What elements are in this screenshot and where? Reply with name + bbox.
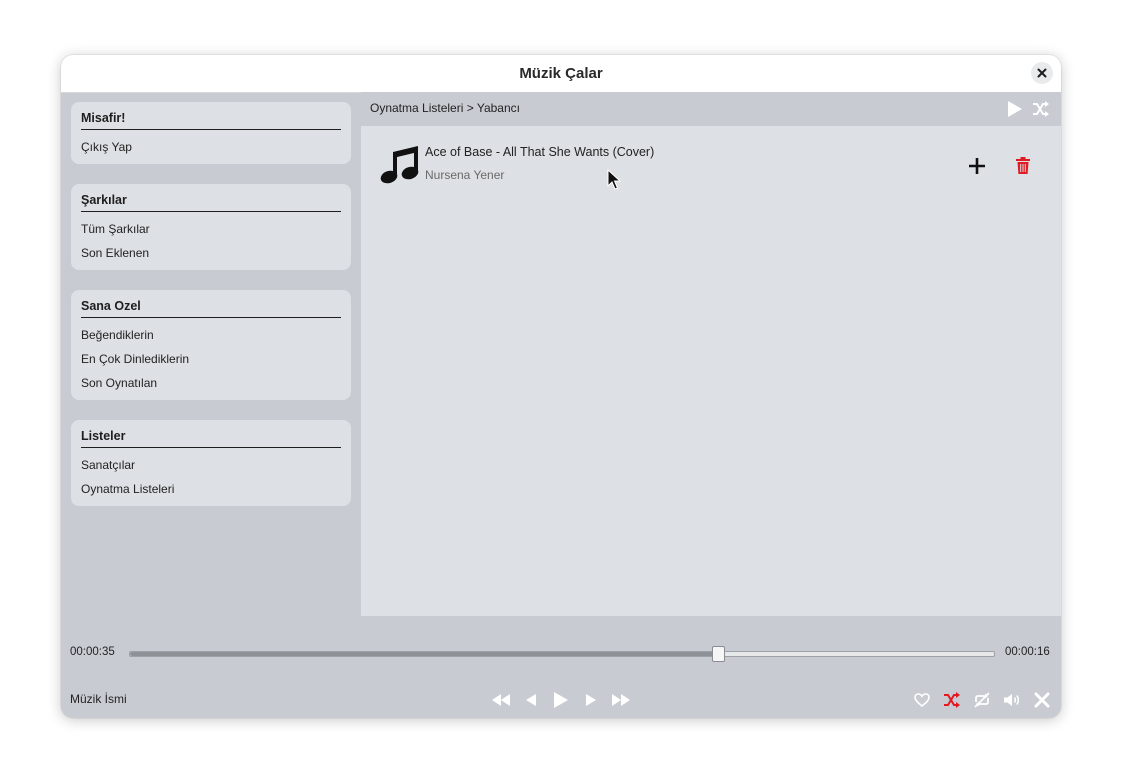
shuffle-icon xyxy=(1033,101,1049,117)
trash-icon xyxy=(1016,156,1030,174)
sidebar-item-liked[interactable]: Beğendiklerin xyxy=(81,326,341,350)
stop-button[interactable] xyxy=(1031,689,1053,711)
title-bar: Müzik Çalar xyxy=(61,55,1061,93)
shuffle-button[interactable] xyxy=(941,689,963,711)
progress-handle[interactable] xyxy=(711,646,725,662)
playlist-header: Oynatma Listeleri > Yabancı xyxy=(361,92,1061,126)
sidebar-card-title: Listeler xyxy=(81,429,126,443)
sidebar-item-recently-played[interactable]: Son Oynatılan xyxy=(81,374,341,394)
rewind-button[interactable] xyxy=(490,689,512,711)
play-icon xyxy=(554,692,568,708)
song-title: Ace of Base - All That She Wants (Cover) xyxy=(425,145,655,159)
sidebar-card-title: Şarkılar xyxy=(81,193,127,207)
play-icon xyxy=(1008,101,1022,117)
repeat-button[interactable] xyxy=(971,689,993,711)
previous-button[interactable] xyxy=(520,689,542,711)
sidebar-card-user: Misafir! Çıkış Yap xyxy=(71,102,351,164)
close-icon xyxy=(1037,68,1047,78)
sidebar-card-songs: Şarkılar Tüm Şarkılar Son Eklenen xyxy=(71,184,351,270)
window-close-button[interactable] xyxy=(1031,62,1053,84)
shuffle-icon xyxy=(944,692,960,708)
mouse-cursor-icon xyxy=(607,169,621,190)
sidebar-card-lists: Listeler Sanatçılar Oynatma Listeleri xyxy=(71,420,351,506)
divider xyxy=(81,129,341,130)
next-button[interactable] xyxy=(580,689,602,711)
volume-icon xyxy=(1004,694,1020,706)
rewind-icon xyxy=(492,694,510,706)
play-button[interactable] xyxy=(550,689,572,711)
divider xyxy=(81,317,341,318)
sidebar-item-recently-added[interactable]: Son Eklenen xyxy=(81,244,341,264)
add-to-playlist-button[interactable] xyxy=(964,153,990,179)
progress-slider[interactable] xyxy=(129,646,995,662)
sidebar-item-logout[interactable]: Çıkış Yap xyxy=(81,138,341,158)
song-artist: Nursena Yener xyxy=(425,168,505,182)
breadcrumb: Oynatma Listeleri > Yabancı xyxy=(370,101,520,115)
music-player-window: Müzik Çalar Misafir! Çıkış Yap Şarkılar … xyxy=(61,55,1061,718)
fast-forward-button[interactable] xyxy=(610,689,632,711)
heart-icon xyxy=(914,693,930,707)
sidebar-card-title: Misafir! xyxy=(81,111,126,125)
sidebar-card-title: Sana Ozel xyxy=(81,299,141,313)
previous-icon xyxy=(526,694,536,706)
window-title: Müzik Çalar xyxy=(519,65,603,82)
repeat-off-icon xyxy=(974,692,990,708)
elapsed-time: 00:00:35 xyxy=(70,646,115,658)
sidebar-item-all-songs[interactable]: Tüm Şarkılar xyxy=(81,220,341,244)
sidebar-item-most-played[interactable]: En Çok Dinlediklerin xyxy=(81,350,341,374)
list-item[interactable]: Ace of Base - All That She Wants (Cover)… xyxy=(361,126,1061,202)
progress-fill xyxy=(130,652,718,656)
plus-icon xyxy=(969,158,985,174)
remaining-time: 00:00:16 xyxy=(1005,646,1050,658)
music-note-icon xyxy=(380,146,419,184)
volume-button[interactable] xyxy=(1001,689,1023,711)
sidebar-item-artists[interactable]: Sanatçılar xyxy=(81,456,341,480)
song-list: Ace of Base - All That She Wants (Cover)… xyxy=(361,126,1061,616)
close-icon xyxy=(1034,692,1050,708)
now-playing-title: Müzik İsmi xyxy=(70,692,127,706)
like-button[interactable] xyxy=(911,689,933,711)
sidebar-card-for-you: Sana Ozel Beğendiklerin En Çok Dinledikl… xyxy=(71,290,351,400)
next-icon xyxy=(586,694,596,706)
delete-song-button[interactable] xyxy=(1013,154,1033,176)
divider xyxy=(81,211,341,212)
sidebar-item-playlists[interactable]: Oynatma Listeleri xyxy=(81,480,341,500)
shuffle-playlist-button[interactable] xyxy=(1032,100,1050,118)
divider xyxy=(81,447,341,448)
sidebar: Misafir! Çıkış Yap Şarkılar Tüm Şarkılar… xyxy=(71,102,351,526)
fast-forward-icon xyxy=(612,694,630,706)
play-playlist-button[interactable] xyxy=(1006,100,1024,118)
